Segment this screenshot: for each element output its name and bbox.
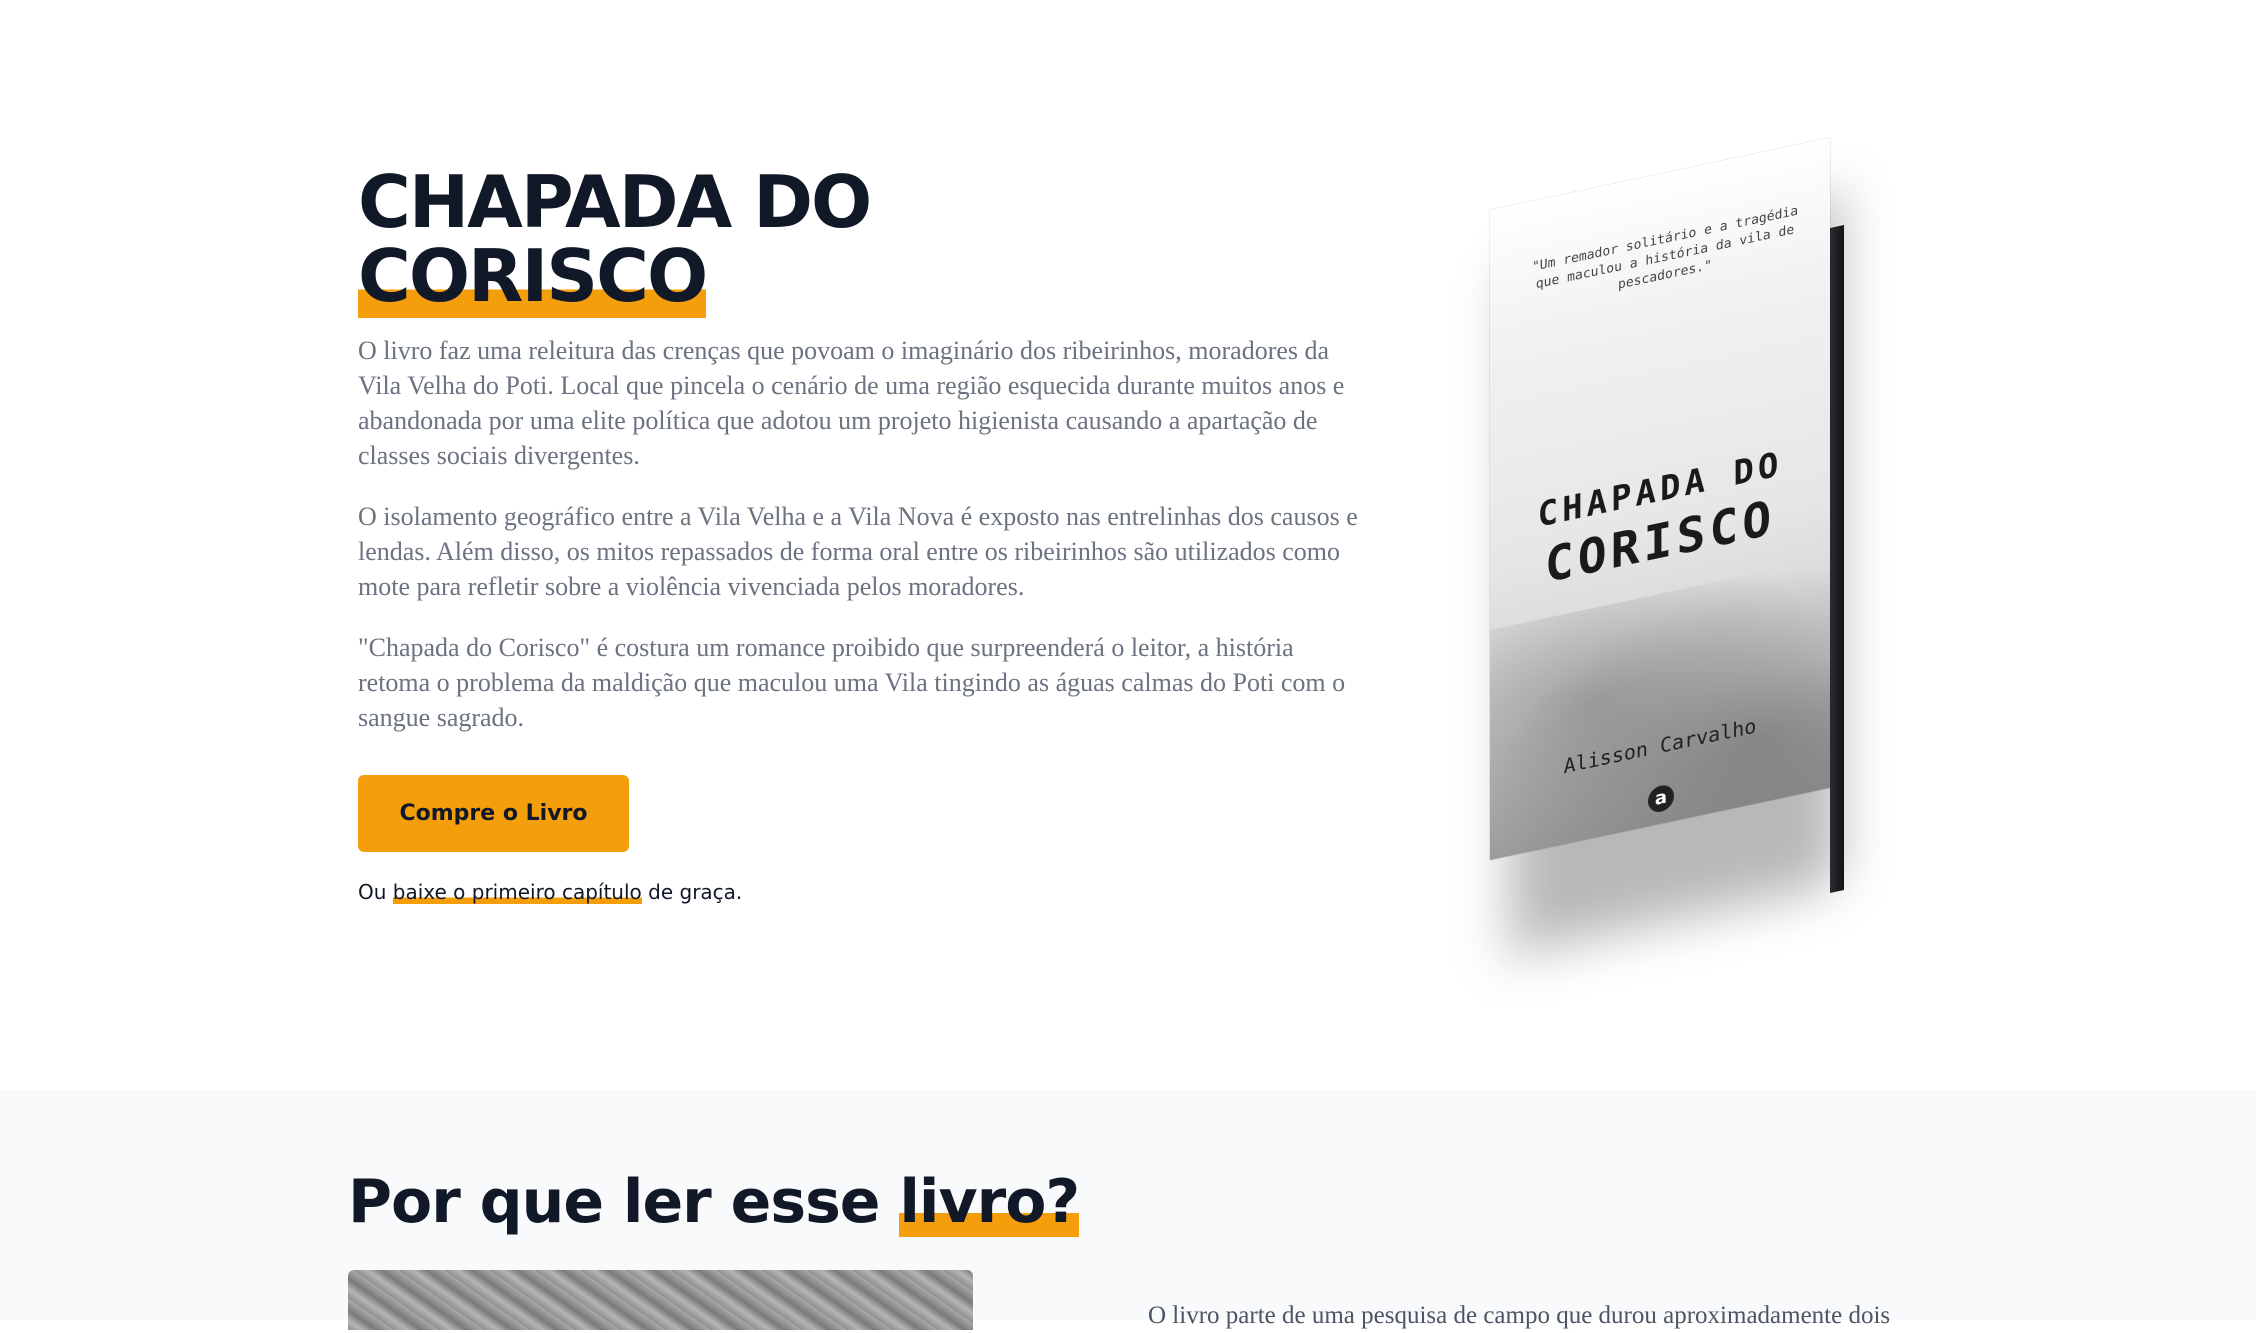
cover-quote: "Um remador solitário e a tragédia que m… [1531, 203, 1799, 293]
description-paragraph-1: O livro faz uma releitura das crenças qu… [358, 336, 1345, 470]
description-paragraph-3: "Chapada do Corisco" é costura um romanc… [358, 633, 1346, 732]
book-description: O livro faz uma releitura das crenças qu… [358, 333, 1368, 735]
why-read-text: O livro parte de uma pesquisa de campo q… [1148, 1302, 1891, 1329]
free-chapter-prefix: Ou [358, 880, 393, 904]
book-spine [1830, 225, 1844, 894]
free-chapter-line: Ou baixe o primeiro capítulo de graça. [358, 880, 1368, 904]
book-cover-image: "Um remador solitário e a tragédia que m… [1480, 137, 1880, 956]
why-read-title: Por que ler esse livro? [348, 1166, 1080, 1238]
buy-book-button[interactable]: Compre o Livro [358, 775, 629, 852]
why-title-prefix: Por que ler esse [348, 1167, 900, 1237]
description-paragraph-2: O isolamento geográfico entre a Vila Vel… [358, 502, 1358, 601]
book-title-line1: CHAPADA DO [358, 160, 872, 244]
hero-content: CHAPADA DO CORISCO O livro faz uma relei… [358, 165, 1368, 904]
why-read-image [348, 1270, 973, 1330]
book-cover: "Um remador solitário e a tragédia que m… [1490, 137, 1830, 860]
why-read-section: Por que ler esse livro? O livro parte de… [0, 1090, 2256, 1330]
hero-section: CHAPADA DO CORISCO O livro faz uma relei… [0, 0, 2256, 1090]
book-title-line2-highlight: CORISCO [358, 234, 708, 318]
free-chapter-suffix: de graça. [641, 880, 743, 904]
free-chapter-link[interactable]: baixe o primeiro capítulo [392, 880, 642, 904]
why-title-highlight: livro? [899, 1167, 1080, 1237]
book-title: CHAPADA DO CORISCO [358, 160, 1368, 318]
